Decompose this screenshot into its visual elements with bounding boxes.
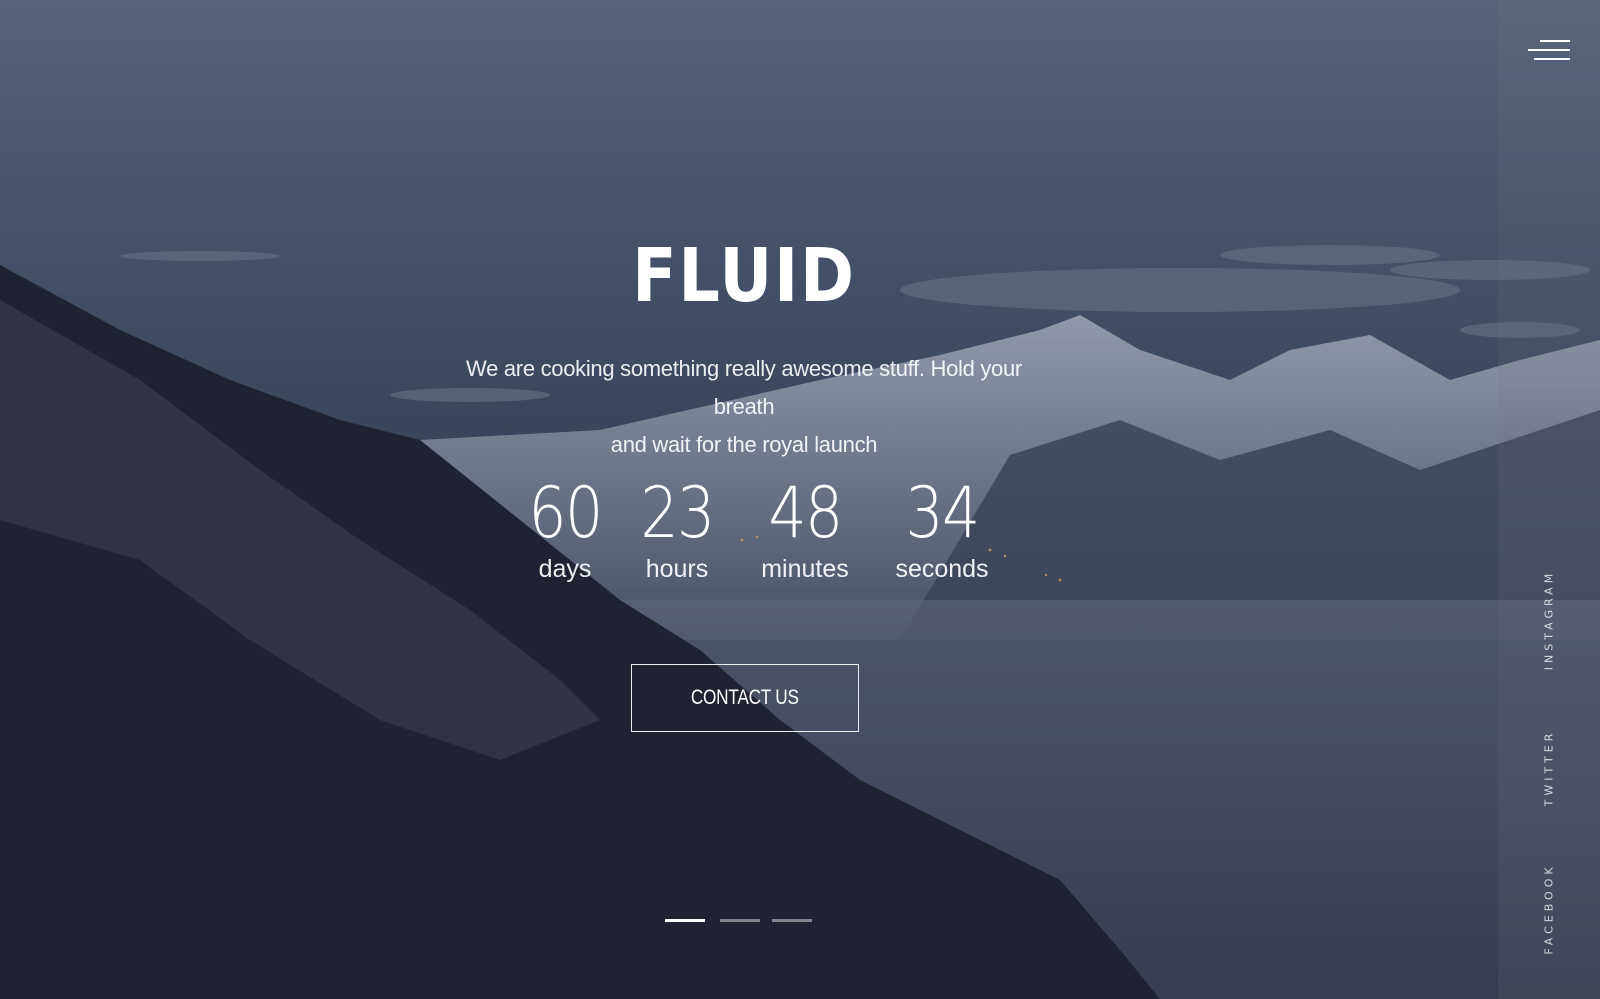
countdown-hours: 23 hours	[607, 478, 747, 584]
countdown-seconds: 34 seconds	[872, 478, 1012, 584]
contact-us-button[interactable]: CONTACT US	[631, 664, 859, 732]
seconds-label: seconds	[895, 555, 989, 583]
minutes-value: 48	[768, 472, 843, 554]
facebook-link[interactable]: FACEBOOK	[1543, 863, 1556, 954]
subtitle-line-1: We are cooking something really awesome …	[466, 356, 1022, 419]
seconds-value: 34	[905, 472, 980, 554]
slide-indicator-2[interactable]	[720, 919, 760, 922]
subtitle-line-2: and wait for the royal launch	[610, 432, 878, 457]
hours-label: hours	[645, 555, 709, 583]
twitter-link[interactable]: TWITTER	[1543, 730, 1556, 807]
slide-indicator-3[interactable]	[772, 919, 812, 922]
hamburger-menu-icon[interactable]	[1528, 38, 1570, 64]
page-subtitle: We are cooking something really awesome …	[434, 350, 1054, 464]
contact-us-label: CONTACT US	[691, 686, 799, 709]
page-title: FLUID	[632, 233, 856, 319]
countdown-minutes: 48 minutes	[735, 478, 875, 584]
countdown-timer: 60 days 23 hours 48 minutes 34 seconds	[0, 478, 1600, 598]
slider-pagination	[665, 919, 825, 923]
hours-value: 23	[640, 472, 715, 554]
minutes-label: minutes	[761, 555, 849, 583]
slide-indicator-1[interactable]	[665, 919, 705, 922]
